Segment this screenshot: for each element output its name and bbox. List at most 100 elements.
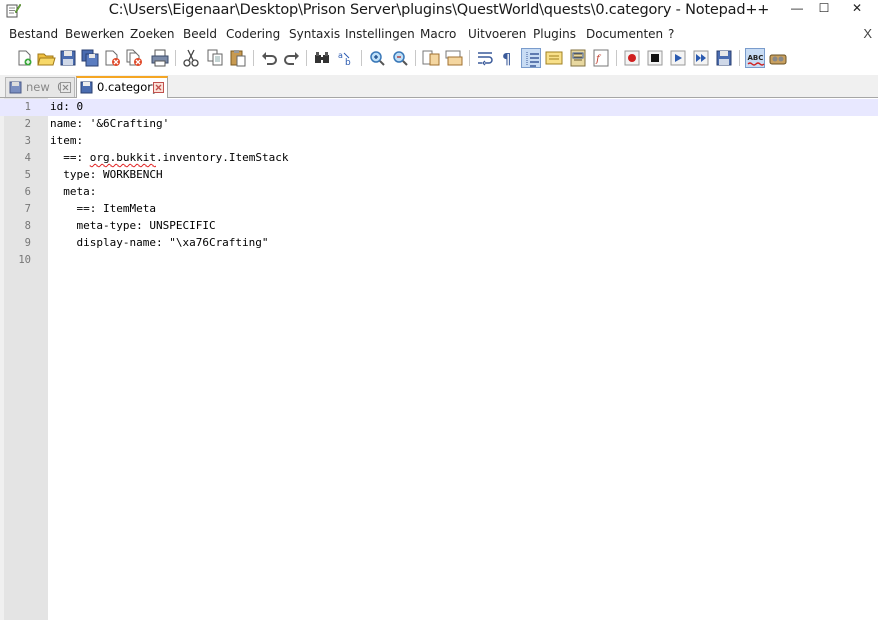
paste-icon[interactable] bbox=[228, 48, 248, 68]
spelling-error-text: org.bukkit bbox=[89, 151, 156, 164]
redo-icon[interactable] bbox=[282, 48, 302, 68]
line-number: 1 bbox=[24, 101, 31, 113]
save-all-icon[interactable] bbox=[80, 48, 100, 68]
line-number: 3 bbox=[24, 135, 31, 147]
function-list-icon[interactable]: f bbox=[591, 48, 611, 68]
menu-beeld[interactable]: Beeld bbox=[183, 27, 217, 41]
tab-label: 0.category bbox=[97, 80, 159, 94]
save-macro-icon[interactable] bbox=[714, 48, 734, 68]
toolbar-separator bbox=[616, 50, 617, 66]
menu-bewerken[interactable]: Bewerken bbox=[65, 27, 124, 41]
line-number: 4 bbox=[24, 152, 31, 164]
title-bar: C:\Users\Eigenaar\Desktop\Prison Server\… bbox=[0, 0, 878, 22]
code-line: 4 ==: org.bukkit.inventory.ItemStack bbox=[0, 150, 878, 167]
zoom-out-icon[interactable] bbox=[390, 48, 410, 68]
tab-0-category[interactable]: 0.category bbox=[76, 76, 168, 100]
code-line: 7 ==: ItemMeta bbox=[0, 201, 878, 218]
play-multiple-icon[interactable] bbox=[691, 48, 711, 68]
replace-icon[interactable]: ab bbox=[336, 48, 356, 68]
line-text-prefix: ==: bbox=[50, 151, 90, 164]
menu-zoeken[interactable]: Zoeken bbox=[130, 27, 174, 41]
line-number: 6 bbox=[24, 186, 31, 198]
line-text: item: bbox=[50, 134, 84, 147]
close-document-button[interactable]: X bbox=[863, 26, 872, 41]
code-line: 9 display-name: "\xa76Crafting" bbox=[0, 235, 878, 252]
toolbar-separator bbox=[415, 50, 416, 66]
tab-new-0[interactable]: new 0 bbox=[5, 77, 75, 97]
line-text: id: 0 bbox=[50, 100, 84, 113]
tab-label: new 0 bbox=[26, 80, 65, 94]
toolbar-separator bbox=[469, 50, 470, 66]
line-number: 9 bbox=[24, 237, 31, 249]
code-line: 2 name: '&6Crafting' bbox=[0, 116, 878, 133]
undo-icon[interactable] bbox=[259, 48, 279, 68]
line-number: 7 bbox=[24, 203, 31, 215]
sync-horizontal-icon[interactable] bbox=[444, 48, 464, 68]
svg-text:a: a bbox=[338, 51, 343, 60]
spell-check-icon[interactable]: ABC bbox=[745, 48, 765, 68]
saved-file-icon bbox=[80, 81, 93, 94]
menu-uitvoeren[interactable]: Uitvoeren bbox=[468, 27, 526, 41]
toolbar-separator bbox=[253, 50, 254, 66]
user-lang-icon[interactable] bbox=[544, 48, 564, 68]
menu-plugins[interactable]: Plugins bbox=[533, 27, 576, 41]
menu-instellingen[interactable]: Instellingen bbox=[345, 27, 415, 41]
svg-text:ABC: ABC bbox=[748, 54, 764, 62]
line-text: ==: org.bukkit.inventory.ItemStack bbox=[50, 151, 288, 164]
play-macro-icon[interactable] bbox=[668, 48, 688, 68]
window-title: C:\Users\Eigenaar\Desktop\Prison Server\… bbox=[108, 2, 770, 18]
maximize-button[interactable]: ☐ bbox=[810, 0, 838, 20]
line-number: 8 bbox=[24, 220, 31, 232]
menu-documenten[interactable]: Documenten bbox=[586, 27, 663, 41]
word-wrap-icon[interactable] bbox=[475, 48, 495, 68]
show-all-chars-icon[interactable]: ¶ bbox=[498, 48, 518, 68]
sync-vertical-icon[interactable] bbox=[421, 48, 441, 68]
toolbar-separator bbox=[739, 50, 740, 66]
close-icon[interactable] bbox=[102, 48, 122, 68]
tab-bar: new 0 0.category bbox=[0, 75, 878, 100]
line-text: ==: ItemMeta bbox=[50, 202, 156, 215]
indent-guide-icon[interactable] bbox=[521, 48, 541, 68]
code-line: 10 bbox=[0, 252, 878, 269]
stop-macro-icon[interactable] bbox=[645, 48, 665, 68]
close-all-icon[interactable] bbox=[124, 48, 144, 68]
menu-macro[interactable]: Macro bbox=[420, 27, 456, 41]
toolbar-separator bbox=[361, 50, 362, 66]
doc-map-icon[interactable] bbox=[568, 48, 588, 68]
menu-codering[interactable]: Codering bbox=[226, 27, 280, 41]
print-icon[interactable] bbox=[150, 48, 170, 68]
line-text-suffix: .inventory.ItemStack bbox=[155, 151, 289, 164]
svg-text:b: b bbox=[345, 58, 351, 68]
code-line: 6 meta: bbox=[0, 184, 878, 201]
code-line: 5 type: WORKBENCH bbox=[0, 167, 878, 184]
code-line: 3 item: bbox=[0, 133, 878, 150]
new-file-icon[interactable] bbox=[14, 48, 34, 68]
line-text: meta-type: UNSPECIFIC bbox=[50, 219, 216, 232]
line-number: 2 bbox=[24, 118, 31, 130]
tab-close-icon[interactable] bbox=[60, 82, 71, 93]
minimize-button[interactable]: — bbox=[783, 0, 811, 20]
editor[interactable]: 1 id: 0 2 name: '&6Crafting' 3 item: 4 =… bbox=[0, 98, 878, 620]
save-icon[interactable] bbox=[58, 48, 78, 68]
tab-close-icon[interactable] bbox=[153, 82, 164, 93]
line-text: type: WORKBENCH bbox=[50, 168, 163, 181]
close-window-button[interactable]: ✕ bbox=[843, 0, 871, 20]
menu-bar: Bestand Bewerken Zoeken Beeld Codering S… bbox=[0, 23, 878, 45]
spell-settings-icon[interactable] bbox=[768, 48, 788, 68]
menu-syntaxis[interactable]: Syntaxis bbox=[289, 27, 340, 41]
find-icon[interactable] bbox=[312, 48, 332, 68]
menu-bestand[interactable]: Bestand bbox=[9, 27, 58, 41]
code-line: 8 meta-type: UNSPECIFIC bbox=[0, 218, 878, 235]
line-number: 5 bbox=[24, 169, 31, 181]
toolbar-separator bbox=[306, 50, 307, 66]
copy-icon[interactable] bbox=[205, 48, 225, 68]
record-macro-icon[interactable] bbox=[622, 48, 642, 68]
zoom-in-icon[interactable] bbox=[367, 48, 387, 68]
cut-icon[interactable] bbox=[181, 48, 201, 68]
saved-file-icon bbox=[9, 81, 22, 94]
menu-help[interactable]: ? bbox=[668, 27, 674, 41]
line-text: display-name: "\xa76Crafting" bbox=[50, 236, 269, 249]
svg-text:¶: ¶ bbox=[502, 50, 512, 68]
line-text: name: '&6Crafting' bbox=[50, 117, 170, 130]
open-file-icon[interactable] bbox=[36, 48, 56, 68]
